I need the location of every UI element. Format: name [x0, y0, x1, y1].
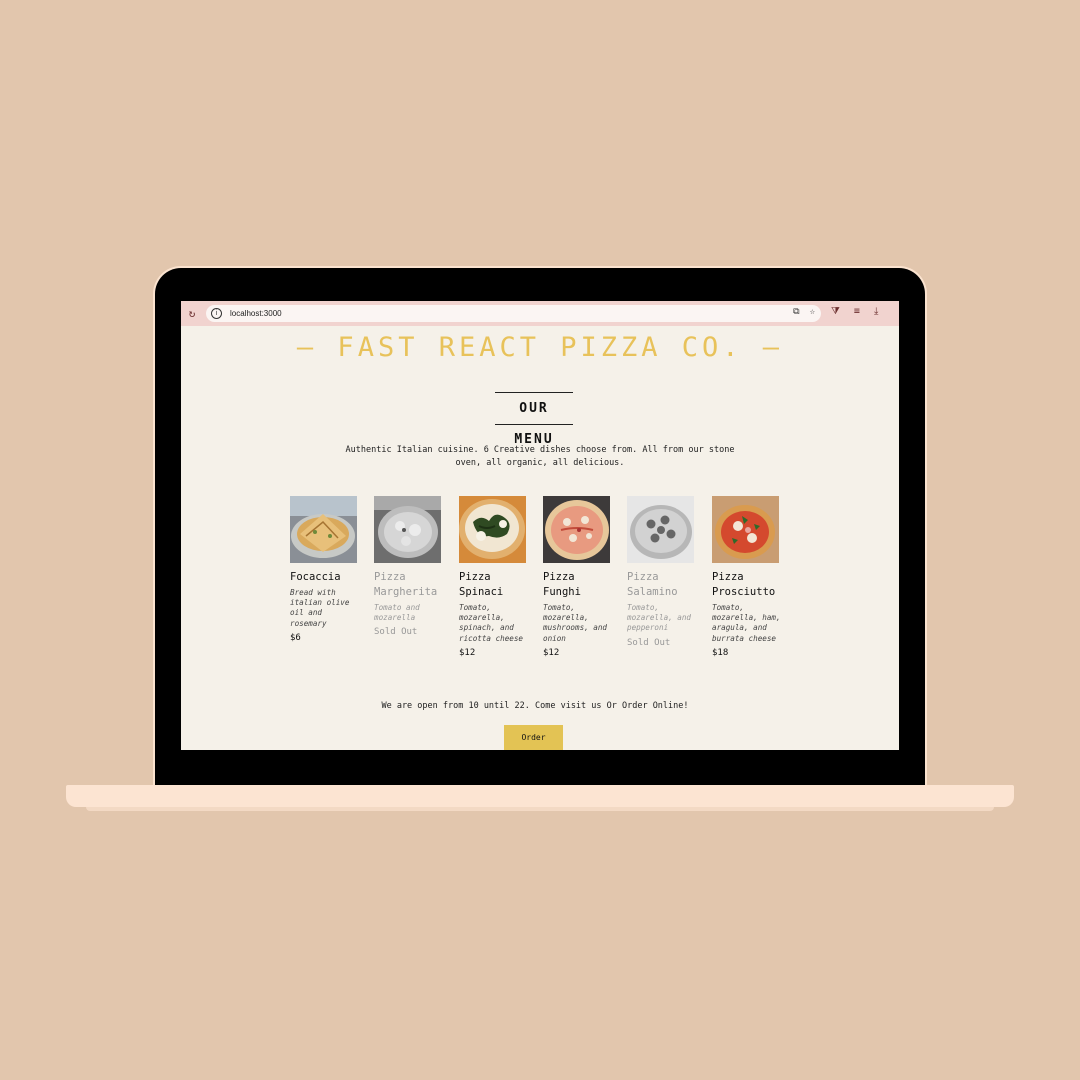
menu-item-focaccia[interactable]: Focaccia Bread with italian olive oil an…: [290, 496, 362, 643]
item-price: $6: [290, 632, 301, 643]
page-content: — FAST REACT PIZZA CO. — OUR MENU Authen…: [181, 326, 899, 750]
item-description: Tomato, mozarella, ham, aragula, and bur…: [712, 603, 781, 643]
item-name: Pizza Spinaci: [459, 571, 504, 598]
extensions-icon[interactable]: ⧩: [831, 306, 840, 317]
opening-hours-text: We are open from 10 until 22. Come visit…: [381, 701, 689, 711]
site-info-icon[interactable]: i: [211, 308, 222, 319]
item-sold-out: Sold Out: [627, 637, 671, 648]
item-name: Pizza Prosciutto: [712, 571, 776, 598]
item-description: Tomato, mozarella, and pepperoni: [627, 603, 692, 633]
item-name: Focaccia: [290, 571, 341, 583]
spinaci-image: [459, 496, 526, 563]
download-icon[interactable]: ⤓: [874, 306, 878, 317]
menu-item-prosciutto[interactable]: Pizza Prosciutto Tomato, mozarella, ham,…: [712, 496, 784, 658]
laptop-base: [66, 785, 1014, 807]
menu-intro: Authentic Italian cuisine. 6 Creative di…: [345, 445, 735, 468]
address-bar[interactable]: i localhost:3000 ⧉ ☆: [206, 305, 821, 322]
item-description: Tomato, mozarella, mushrooms, and onion: [543, 603, 608, 643]
reload-icon[interactable]: ↻: [181, 307, 203, 320]
menu-item-margherita[interactable]: Pizza Margherita Tomato and mozarella So…: [374, 496, 446, 637]
browser-toolbar: ↻ i localhost:3000 ⧉ ☆ ⧩ ≡ ⤓: [181, 301, 899, 326]
site-logo[interactable]: — FAST REACT PIZZA CO. —: [181, 332, 899, 363]
item-price: $12: [543, 647, 560, 658]
media-controls-icon[interactable]: ≡: [854, 306, 860, 317]
item-price: $12: [459, 647, 476, 658]
url-text[interactable]: localhost:3000: [230, 309, 282, 318]
order-button[interactable]: Order: [504, 725, 563, 750]
item-price: $18: [712, 647, 729, 658]
bookmark-star-icon[interactable]: ☆: [810, 307, 815, 317]
item-name: Pizza Salamino: [627, 571, 678, 598]
item-description: Tomato, mozarella, spinach, and ricotta …: [459, 603, 524, 643]
menu-item-funghi[interactable]: Pizza Funghi Tomato, mozarella, mushroom…: [543, 496, 615, 658]
focaccia-image: [290, 496, 357, 563]
item-name: Pizza Margherita: [374, 571, 438, 598]
item-name: Pizza Funghi: [543, 571, 581, 598]
laptop-base-shadow: [86, 807, 994, 811]
item-sold-out: Sold Out: [374, 627, 418, 638]
menu-item-salamino[interactable]: Pizza Salamino Tomato, mozarella, and pe…: [627, 496, 699, 648]
item-description: Bread with italian olive oil and rosemar…: [290, 588, 350, 628]
prosciutto-image: [712, 496, 779, 563]
salamino-image: [627, 496, 694, 563]
menu-item-spinaci[interactable]: Pizza Spinaci Tomato, mozarella, spinach…: [459, 496, 531, 658]
margherita-image: [374, 496, 441, 563]
install-app-icon[interactable]: ⧉: [793, 307, 799, 317]
menu-title: OUR MENU: [495, 392, 573, 447]
funghi-image: [543, 496, 610, 563]
browser-window: ↻ i localhost:3000 ⧉ ☆ ⧩ ≡ ⤓ — FAST REAC…: [181, 301, 899, 750]
item-description: Tomato and mozarella: [374, 603, 420, 623]
